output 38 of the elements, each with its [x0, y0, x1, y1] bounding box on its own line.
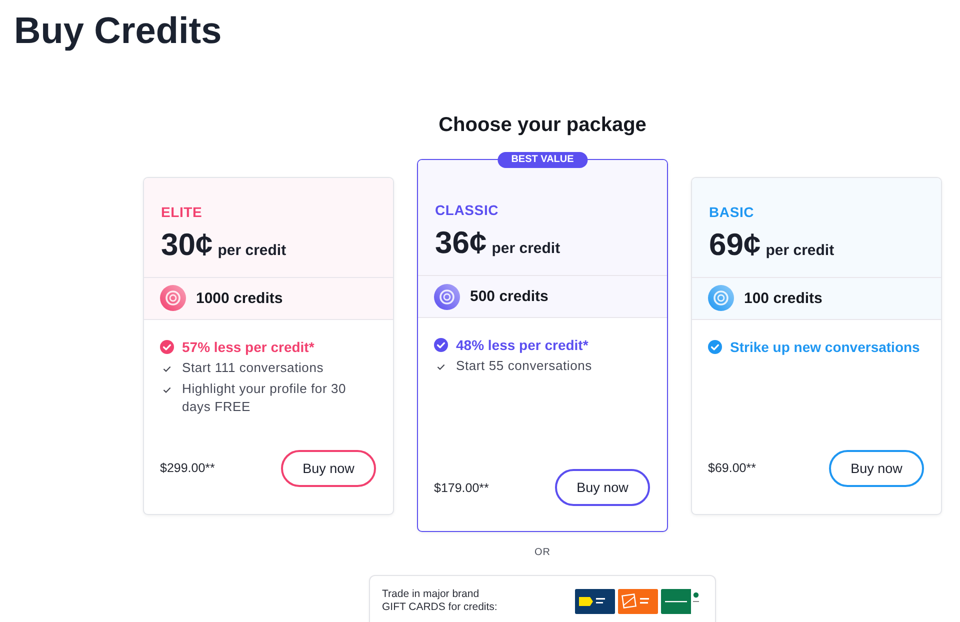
- credits-amount: 100 credits: [744, 290, 822, 306]
- coin-icon: [434, 284, 460, 310]
- unit-price: 30¢: [161, 226, 213, 262]
- coin-icon: [708, 285, 734, 311]
- feature-text: Highlight your profile for 30 days FREE: [182, 380, 348, 416]
- or-separator: OR: [534, 547, 550, 559]
- check-circle-icon: [434, 338, 448, 352]
- buy-now-button[interactable]: Buy now: [829, 450, 924, 486]
- check-icon: [163, 386, 171, 392]
- package-name: BASIC: [709, 202, 754, 220]
- credits-amount: 1000 credits: [196, 290, 283, 306]
- unit-price: 69¢: [709, 226, 761, 262]
- credits-amount: 500 credits: [470, 288, 548, 305]
- page-title: Buy Credits: [14, 10, 222, 52]
- feature-text: 48% less per credit*: [456, 336, 588, 354]
- gift-card-text: Trade in major brand GIFT CARDS for credits:: [382, 588, 498, 614]
- unit-price: 36¢: [435, 225, 487, 261]
- package-name: ELITE: [161, 202, 202, 220]
- total-price: $69.00**: [708, 461, 756, 475]
- section-heading: Choose your package: [438, 113, 646, 137]
- check-icon: [163, 366, 171, 372]
- check-circle-icon: [708, 340, 722, 354]
- total-price: $299.00**: [160, 461, 215, 475]
- unit-label: per credit: [218, 242, 286, 260]
- check-circle-icon: [160, 340, 174, 354]
- buy-now-button[interactable]: Buy now: [555, 469, 650, 506]
- feature-text: 57% less per credit*: [182, 338, 314, 356]
- buy-now-button[interactable]: Buy now: [281, 450, 376, 486]
- best-value-badge: BEST VALUE: [497, 152, 588, 168]
- unit-label: per credit: [492, 240, 560, 258]
- check-icon: [437, 364, 445, 370]
- unit-label: per credit: [766, 242, 834, 260]
- feature-text: Start 111 conversations: [182, 358, 324, 376]
- package-name: CLASSIC: [435, 201, 499, 219]
- feature-text: Strike up new conversations: [730, 338, 920, 356]
- total-price: $179.00**: [434, 480, 489, 494]
- feature-text: Start 55 conversations: [456, 357, 592, 375]
- coin-icon: [160, 285, 186, 311]
